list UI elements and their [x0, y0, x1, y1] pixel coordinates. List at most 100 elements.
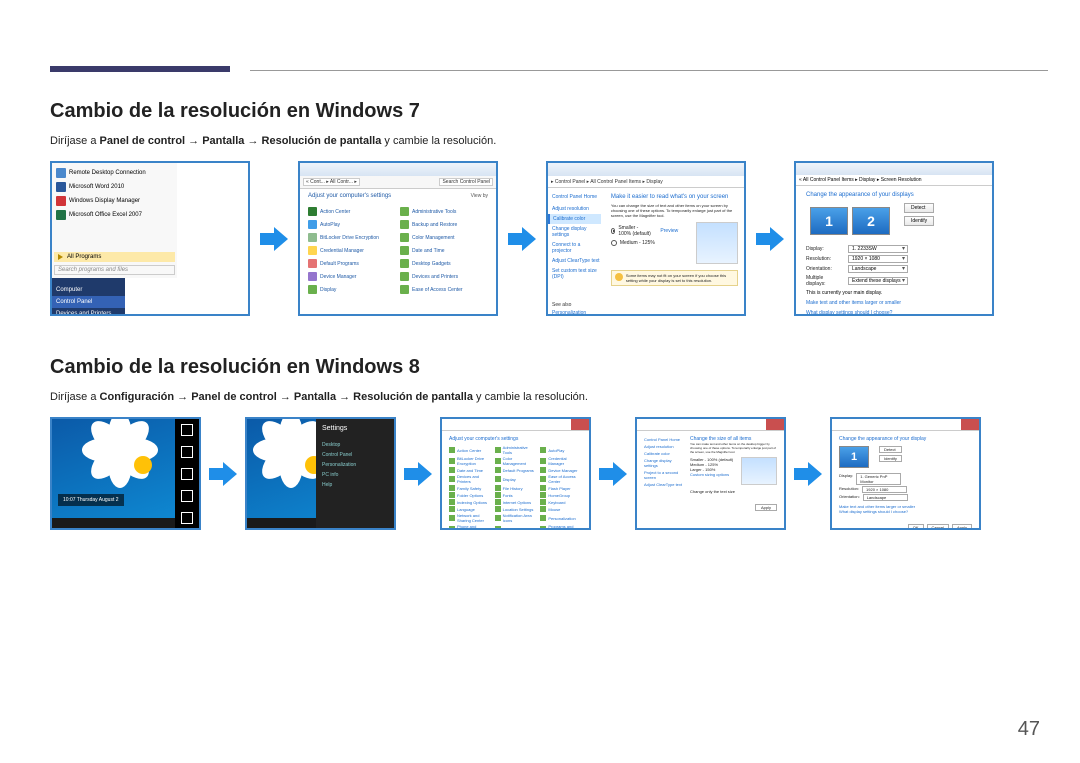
side-link[interactable]: Devices and Printers	[56, 308, 121, 316]
display-select[interactable]: 1. Generic PnP Monitor	[856, 473, 901, 485]
cp-item[interactable]: Folder Options	[449, 492, 491, 498]
monitor-box[interactable]: 1	[839, 446, 869, 468]
cp-item[interactable]: Display	[308, 283, 396, 296]
orientation-select[interactable]: Landscape	[863, 494, 908, 501]
cp-item[interactable]: Flash Player	[540, 485, 582, 491]
cp-item[interactable]: Indexing Options	[449, 499, 491, 505]
cp-item[interactable]: Desktop Gadgets	[400, 257, 488, 270]
nav-link[interactable]: Adjust ClearType text	[644, 481, 684, 488]
cp-item[interactable]: Family Safety	[449, 485, 491, 491]
cp-item[interactable]: Action Center	[449, 445, 491, 455]
nav-link[interactable]: Calibrate color	[644, 450, 684, 457]
nav-link[interactable]: Set custom text size (DPI)	[552, 266, 601, 282]
cp-item[interactable]: Action Center	[308, 205, 396, 218]
cp-item[interactable]: Device Manager	[540, 467, 582, 473]
orientation-select[interactable]: Landscape	[848, 265, 908, 273]
cp-item[interactable]: AutoPlay	[308, 218, 396, 231]
link[interactable]: Make text and other items larger or smal…	[806, 300, 982, 306]
cp-item[interactable]: AutoPlay	[540, 445, 582, 455]
monitor-box[interactable]: 2	[852, 207, 890, 235]
cancel-button[interactable]: Cancel	[927, 524, 949, 530]
menu-item[interactable]: Windows Display Manager	[54, 194, 175, 208]
cp-item[interactable]: Language	[449, 506, 491, 512]
cp-item[interactable]: Programs and Features	[540, 524, 582, 530]
link[interactable]: Custom sizing options	[690, 472, 733, 477]
cp-item[interactable]: Devices and Printers	[400, 270, 488, 283]
nav-link[interactable]: Change display settings	[552, 224, 601, 240]
cp-item[interactable]: Default Programs	[308, 257, 396, 270]
cp-item[interactable]: Default Programs	[495, 467, 537, 473]
cp-item[interactable]: Ease of Access Center	[540, 474, 582, 484]
cp-item[interactable]: Devices and Printers	[449, 474, 491, 484]
close-icon[interactable]	[961, 419, 979, 430]
cp-item[interactable]: BitLocker Drive Encryption	[308, 231, 396, 244]
nav-link[interactable]: Calibrate color	[553, 214, 601, 224]
settings-charm-icon[interactable]	[181, 512, 193, 524]
address-bar[interactable]: « Cont... ▸ All Contr... ▸Search Control…	[300, 176, 496, 189]
cp-item[interactable]: Notification Area Icons	[495, 513, 537, 523]
cp-item[interactable]: Device Manager	[308, 270, 396, 283]
search-input[interactable]: Search programs and files	[54, 265, 175, 275]
search-charm-icon[interactable]	[181, 424, 193, 436]
radio-option[interactable]: Smaller - 100% (default)Preview	[611, 225, 678, 237]
nav-link[interactable]: Control Panel Home	[644, 436, 684, 443]
cp-item[interactable]: BitLocker Drive Encryption	[449, 456, 491, 466]
cp-item[interactable]: Location Settings	[495, 506, 537, 512]
cp-item[interactable]: Color Management	[400, 231, 488, 244]
settings-link[interactable]: Desktop	[322, 440, 388, 450]
nav-link[interactable]: Adjust resolution	[552, 204, 601, 214]
nav-link[interactable]: Connect to a projector	[552, 240, 601, 256]
cp-item[interactable]: Network and Sharing Center	[449, 513, 491, 523]
ok-button[interactable]: OK	[908, 524, 924, 530]
nav-link[interactable]: Change display settings	[644, 457, 684, 469]
resolution-select[interactable]: 1920 × 1080	[848, 255, 908, 263]
cp-item[interactable]: File History	[495, 485, 537, 491]
close-icon[interactable]	[571, 419, 589, 430]
menu-item[interactable]: Remote Desktop Connection	[54, 166, 175, 180]
detect-button[interactable]: Detect	[904, 203, 934, 213]
close-icon[interactable]	[766, 419, 784, 430]
radio-option[interactable]: Medium - 125%	[611, 240, 678, 246]
address-bar[interactable]: ▸ Control Panel ▸ All Control Panel Item…	[548, 176, 744, 188]
share-charm-icon[interactable]	[181, 446, 193, 458]
address-bar[interactable]: « All Control Panel Items ▸ Display ▸ Sc…	[796, 175, 992, 186]
settings-link[interactable]: Personalization	[322, 460, 388, 470]
cp-item[interactable]: Display	[495, 474, 537, 484]
menu-item[interactable]: Microsoft Office Excel 2007	[54, 208, 175, 222]
nav-link[interactable]: Adjust resolution	[644, 443, 684, 450]
cp-item[interactable]: Keyboard	[540, 499, 582, 505]
link[interactable]: What display settings should I choose?	[839, 509, 972, 514]
cp-item[interactable]: Personalization	[540, 513, 582, 523]
side-link[interactable]: Computer	[56, 284, 121, 296]
cp-item[interactable]: Power Options	[495, 524, 537, 530]
all-programs[interactable]: All Programs	[54, 252, 175, 262]
cp-item[interactable]: Mouse	[540, 506, 582, 512]
cp-item[interactable]: Credential Manager	[540, 456, 582, 466]
resolution-select[interactable]: 1920 × 1080	[862, 486, 907, 493]
nav-link[interactable]: Adjust ClearType text	[552, 256, 601, 266]
settings-link[interactable]: Help	[322, 480, 388, 490]
cp-item[interactable]: Ease of Access Center	[400, 283, 488, 296]
cp-item[interactable]: Fonts	[495, 492, 537, 498]
detect-button[interactable]: Detect	[879, 446, 902, 453]
start-charm-icon[interactable]	[181, 468, 193, 480]
apply-button[interactable]: Apply	[952, 524, 972, 530]
cp-item[interactable]: Administrative Tools	[400, 205, 488, 218]
display-select[interactable]: 1. 2233SW	[848, 245, 908, 253]
apply-button[interactable]: Apply	[755, 504, 777, 511]
cp-item[interactable]: HomeGroup	[540, 492, 582, 498]
nav-link[interactable]: Project to a second screen	[644, 469, 684, 481]
identify-button[interactable]: Identify	[879, 455, 902, 462]
cp-item[interactable]: Color Management	[495, 456, 537, 466]
cp-item[interactable]: Date and Time	[400, 244, 488, 257]
cp-item[interactable]: Administrative Tools	[495, 445, 537, 455]
cp-item[interactable]: Date and Time	[449, 467, 491, 473]
link[interactable]: What display settings should I choose?	[806, 310, 982, 316]
monitor-box[interactable]: 1	[810, 207, 848, 235]
cp-item[interactable]: Internet Options	[495, 499, 537, 505]
settings-link[interactable]: PC info	[322, 470, 388, 480]
cp-item[interactable]: Phone and Modem	[449, 524, 491, 530]
settings-link[interactable]: Control Panel	[322, 450, 388, 460]
multi-select[interactable]: Extend these displays	[848, 277, 908, 285]
identify-button[interactable]: Identify	[904, 216, 934, 226]
